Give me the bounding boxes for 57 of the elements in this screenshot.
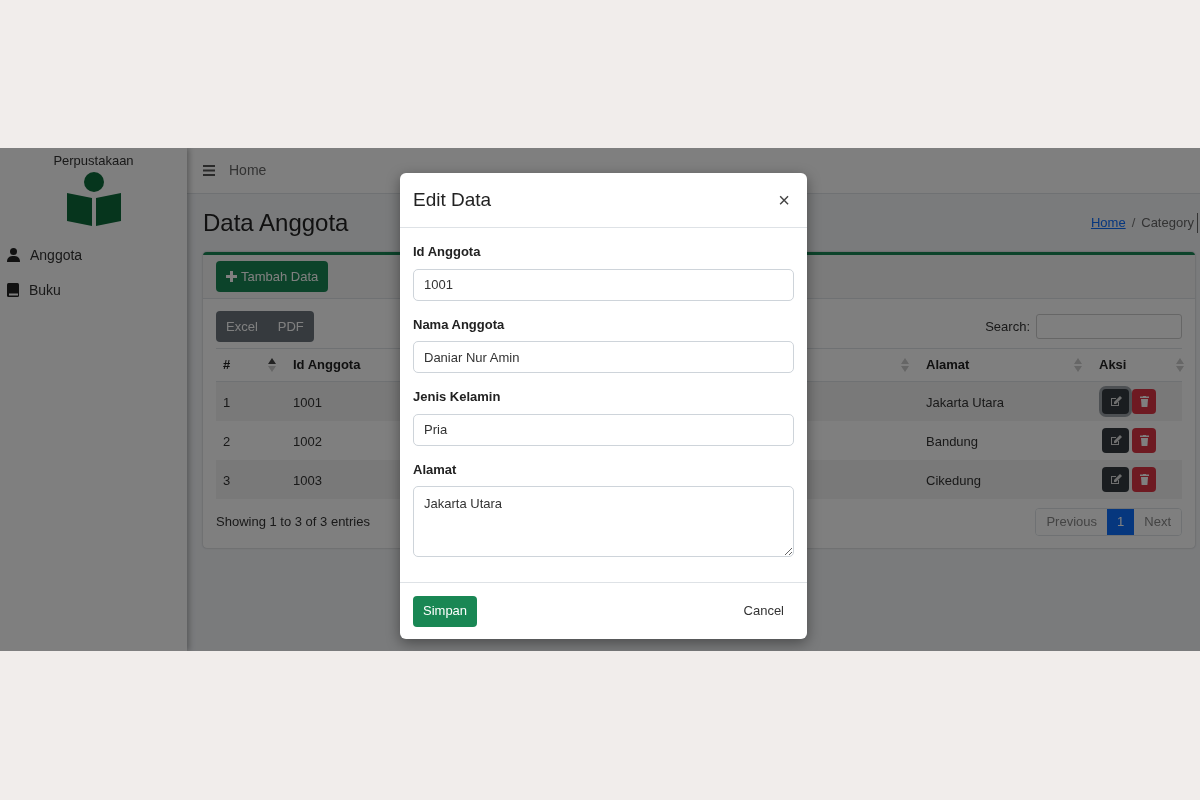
reader-logo-icon xyxy=(66,171,121,226)
breadcrumb-item: Category xyxy=(1141,213,1198,233)
modal-title: Edit Data xyxy=(413,187,492,212)
add-data-button[interactable]: Tambah Data xyxy=(216,261,329,292)
export-button[interactable]: Excel xyxy=(216,311,268,342)
edit-button[interactable] xyxy=(1102,467,1129,492)
table-cell: 2 xyxy=(223,433,231,449)
field-label: Jenis Kelamin xyxy=(413,388,502,406)
plus-icon xyxy=(226,271,237,282)
export-button[interactable]: PDF xyxy=(267,311,314,342)
table-cell: Jakarta Utara xyxy=(926,394,1005,410)
breadcrumb-link[interactable]: Home xyxy=(1090,213,1126,233)
book-icon xyxy=(7,283,19,297)
table-cell: Cikedung xyxy=(926,472,981,488)
field-label: Nama Anggota xyxy=(413,315,506,334)
table-cell: Bandung xyxy=(926,433,979,449)
table-cell: 1001 xyxy=(293,394,322,410)
trash-icon xyxy=(1139,474,1149,485)
delete-button[interactable] xyxy=(1132,428,1156,453)
field-label: Id Anggota xyxy=(413,243,482,261)
table-cell: 3 xyxy=(223,472,231,488)
input-field[interactable]: Pria xyxy=(413,413,794,446)
sidebar-item[interactable]: Anggota xyxy=(0,237,187,273)
delete-button[interactable] xyxy=(1132,467,1156,492)
user-icon xyxy=(7,248,20,262)
trash-icon xyxy=(1139,396,1149,407)
page-title: Data Anggota xyxy=(203,208,349,238)
column-header[interactable]: Alamat xyxy=(926,355,970,375)
home-link[interactable]: Home xyxy=(229,160,267,181)
table-cell: 1 xyxy=(223,394,231,410)
edit-button[interactable] xyxy=(1102,389,1129,414)
search-field[interactable] xyxy=(1036,314,1182,339)
menu-icon[interactable] xyxy=(203,165,215,176)
edit-button[interactable] xyxy=(1102,428,1129,453)
column-header[interactable]: Aksi xyxy=(1099,355,1127,375)
cancel-button[interactable]: Cancel xyxy=(733,595,794,627)
breadcrumb-separator: / xyxy=(1131,214,1136,233)
table-cell: 1003 xyxy=(293,472,322,488)
table-cell: 1002 xyxy=(293,433,322,449)
brand-name: Perpustakaan xyxy=(53,152,134,170)
field-label: Alamat xyxy=(413,460,458,479)
column-header[interactable]: Id Anggota xyxy=(293,355,361,375)
input-field[interactable]: Daniar Nur Amin xyxy=(413,341,794,373)
column-header[interactable]: # xyxy=(223,355,231,375)
delete-button[interactable] xyxy=(1132,389,1156,414)
address-field[interactable]: Jakarta Utara xyxy=(413,486,794,557)
edit-icon xyxy=(1109,435,1122,446)
close-button[interactable]: × xyxy=(774,185,794,215)
entries-info: Showing 1 to 3 of 3 entries xyxy=(216,513,370,532)
sidebar-item[interactable]: Buku xyxy=(0,272,187,308)
edit-icon xyxy=(1109,474,1122,485)
save-button[interactable]: Simpan xyxy=(413,595,478,627)
search-label: Search: xyxy=(985,317,1030,336)
input-field[interactable]: 1001 xyxy=(413,268,794,301)
pagination-button[interactable]: 1 xyxy=(1107,509,1135,535)
trash-icon xyxy=(1139,435,1149,446)
edit-icon xyxy=(1109,396,1122,407)
